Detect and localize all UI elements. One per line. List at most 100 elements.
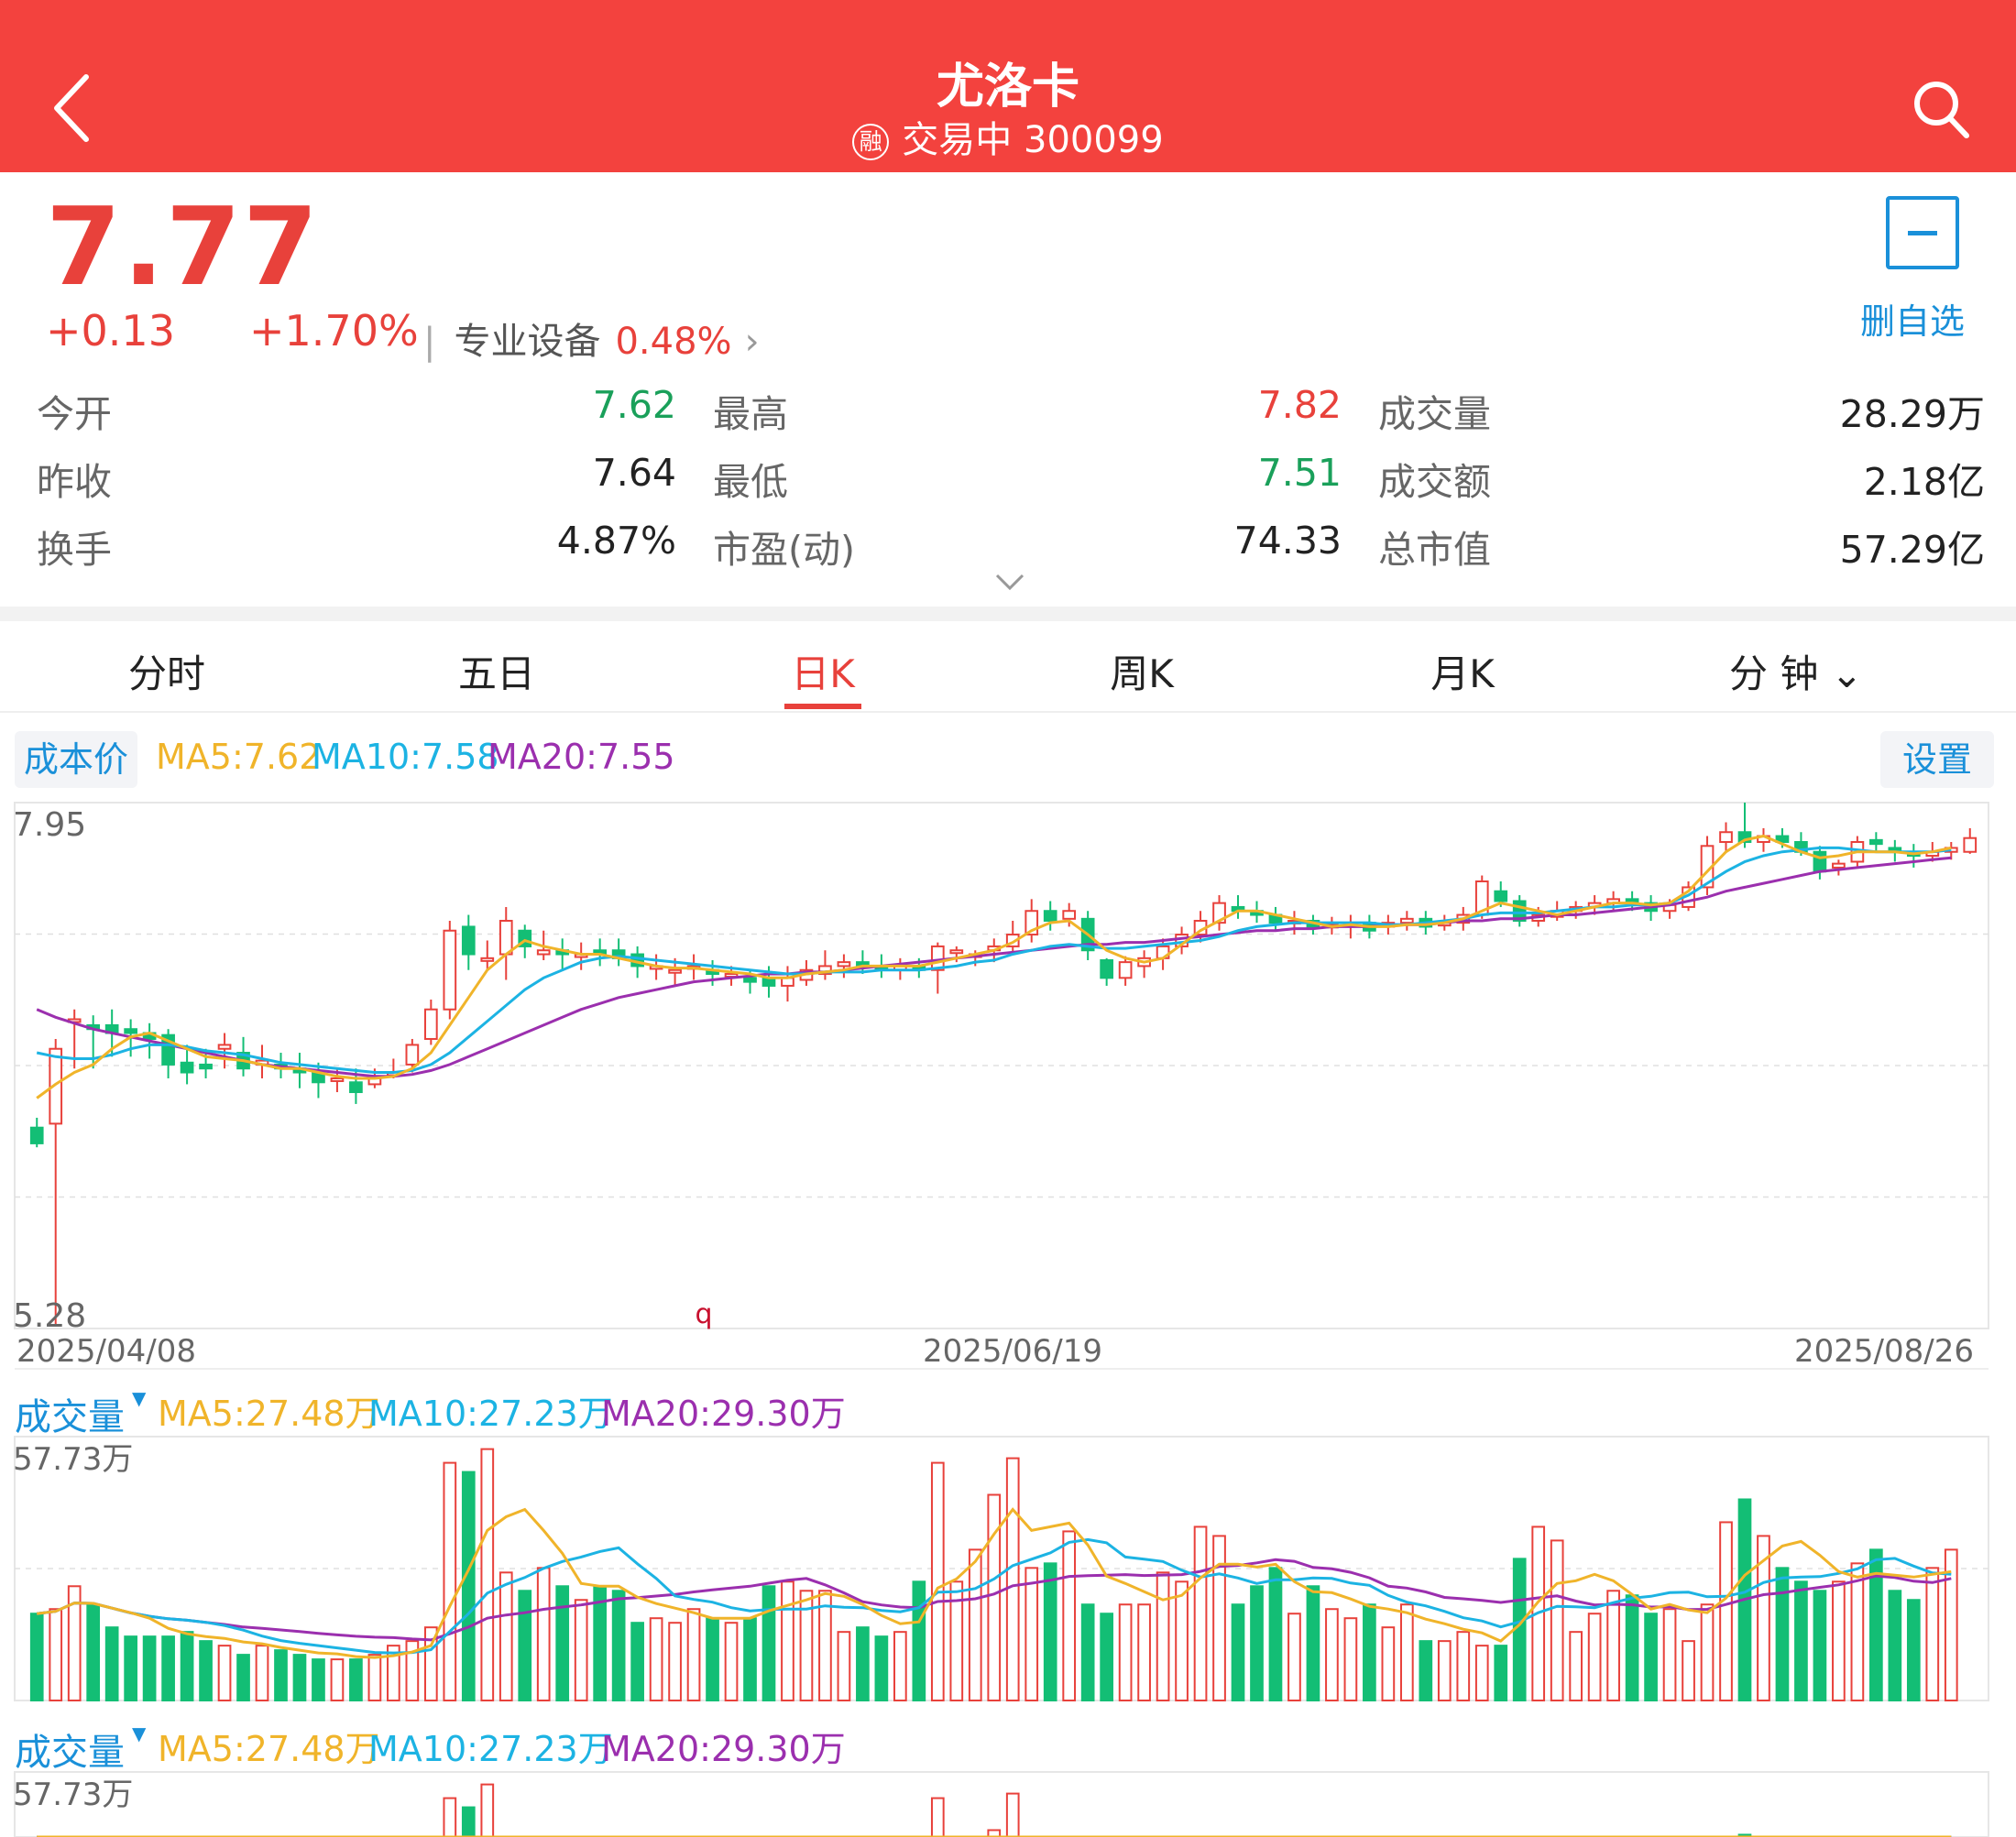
volume-bar: [1137, 1603, 1151, 1702]
candle-body: [1644, 902, 1658, 913]
stat-label: 换手: [37, 528, 112, 572]
volume-bar: [781, 1580, 794, 1701]
candle-body: [1794, 840, 1808, 853]
margin-badge: 融: [852, 124, 890, 160]
ma20-line: [36, 856, 1952, 1078]
candle-body: [1175, 934, 1189, 947]
candle-body: [668, 968, 682, 974]
stat-label: 昨收: [37, 460, 112, 504]
volume-bar: [217, 1645, 232, 1702]
candle-body: [555, 949, 570, 956]
candle-body: [630, 953, 644, 968]
candle-body: [199, 1063, 213, 1070]
stat-value: 4.87%: [556, 519, 676, 563]
candle-body: [1287, 919, 1301, 924]
candle-body: [1212, 902, 1226, 924]
stat-value: 7.62: [592, 383, 676, 427]
sector-link[interactable]: | 专业设备 0.48% ›: [423, 312, 760, 365]
cost-price-button[interactable]: 成本价: [15, 731, 137, 788]
remove-watchlist-label[interactable]: 删自选: [1860, 293, 1965, 344]
candle-body: [461, 925, 476, 956]
tab-0[interactable]: 分时: [84, 643, 249, 699]
candle-body: [49, 1047, 63, 1125]
volume-frame: [14, 1436, 1989, 1701]
triangle-down-icon[interactable]: ▼: [132, 1722, 146, 1744]
candle-body: [1850, 840, 1865, 863]
candle-body: [1719, 831, 1733, 843]
date-label: 2025/04/08: [16, 1333, 196, 1370]
volume-bar: [1250, 1585, 1264, 1702]
volume-bar: [67, 1585, 82, 1702]
stat-value: 7.82: [1257, 383, 1342, 427]
volume-bar: [86, 1603, 101, 1702]
candle-body: [1587, 902, 1602, 908]
tab-5[interactable]: 分 钟 ⌄: [1714, 643, 1879, 699]
candle-body: [1080, 917, 1095, 952]
volume-bar: [574, 1599, 588, 1701]
volume-bar: [330, 1658, 345, 1701]
volume-bar: [1043, 1562, 1057, 1701]
candle-body: [29, 1126, 44, 1144]
candle-body: [1118, 961, 1133, 979]
candle-body: [968, 953, 982, 958]
volume-bar: [912, 1580, 926, 1701]
volume-bar: [987, 1493, 1002, 1702]
volume-bar: [686, 1608, 701, 1702]
volume-bar: [274, 1649, 288, 1702]
remove-watchlist-button[interactable]: [1886, 196, 1959, 269]
volume-bar: [405, 1640, 420, 1701]
chevron-down-icon[interactable]: [992, 568, 1028, 596]
volume-bar: [1175, 1580, 1189, 1701]
settings-button[interactable]: 设置: [1880, 731, 1994, 788]
volume-bar: [367, 1654, 382, 1701]
candle-body: [686, 965, 701, 970]
volume-bar: [1775, 1567, 1790, 1702]
candle-body: [1231, 905, 1245, 913]
volume-ma-line: [37, 1558, 1952, 1642]
candle-body: [1381, 922, 1396, 928]
stat-label: 今开: [37, 392, 112, 436]
price-change: +0.13: [46, 306, 175, 355]
app-header: 尤洛卡 融交易中 300099: [0, 0, 2016, 172]
volume-bar: [1757, 1535, 1770, 1702]
chevron-right-icon: ›: [744, 321, 760, 363]
candle-body: [1268, 913, 1283, 924]
candle-body: [1494, 890, 1508, 902]
volume-bar: [949, 1580, 964, 1701]
volume-bar: [1625, 1594, 1639, 1701]
candle-body: [1100, 958, 1113, 979]
stat-value: 7.51: [1257, 451, 1342, 495]
period-tabs: 分时 五日 日K 周K 月K 分 钟 ⌄: [0, 621, 2016, 713]
volume-bar: [1850, 1562, 1865, 1701]
candle-body: [818, 965, 832, 976]
candle-body: [1512, 900, 1527, 922]
volume-bar: [1813, 1590, 1827, 1702]
tab-1[interactable]: 五日: [414, 643, 579, 699]
candle-body: [292, 1067, 307, 1074]
candle-body: [593, 949, 608, 956]
volume-label-2[interactable]: 成交量: [15, 1722, 125, 1776]
stat-value: 2.18亿: [1863, 460, 1985, 504]
volume-bar: [124, 1635, 137, 1701]
search-icon[interactable]: [1912, 79, 1970, 141]
volume-bar: [611, 1590, 626, 1702]
candle-body: [255, 1059, 269, 1066]
candle-body: [312, 1071, 325, 1084]
candle-body: [1419, 917, 1433, 928]
date-label: 2025/06/19: [923, 1333, 1102, 1370]
divider: |: [423, 321, 436, 363]
tab-2[interactable]: 日K: [740, 643, 905, 699]
candle-body: [1306, 919, 1320, 928]
tab-3[interactable]: 周K: [1059, 643, 1224, 699]
volume-bar: [29, 1613, 44, 1701]
candle-body: [1062, 910, 1077, 920]
tab-4[interactable]: 月K: [1380, 643, 1545, 699]
volume-bar: [1419, 1640, 1433, 1701]
candle-body: [1700, 845, 1715, 889]
volume-bar: [874, 1635, 889, 1701]
vol-ma5-label: MA5:27.48万: [158, 1394, 380, 1434]
volume-label[interactable]: 成交量: [15, 1387, 125, 1440]
candle-body: [1906, 850, 1921, 858]
triangle-down-icon[interactable]: ▼: [132, 1387, 146, 1409]
candle-body: [743, 977, 757, 983]
